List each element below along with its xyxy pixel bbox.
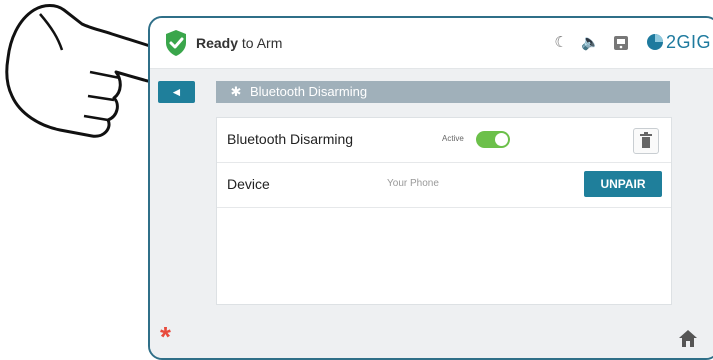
bluetooth-disarming-toggle[interactable]	[476, 131, 510, 148]
row-label: Bluetooth Disarming	[227, 131, 354, 147]
settings-panel: Bluetooth Disarming Active Device Your P…	[216, 117, 672, 305]
bluetooth-icon: ✱	[230, 84, 242, 99]
volume-icon[interactable]: 🔈	[581, 34, 600, 52]
panel-icon[interactable]	[612, 34, 630, 52]
system-status: Ready to Arm	[196, 35, 283, 51]
tablet-frame: Ready to Arm ☾ 🔈 2GIG ◄ ✱ Bluetooth Disar…	[148, 16, 713, 360]
status-bar: Ready to Arm ☾ 🔈 2GIG	[150, 18, 713, 69]
bluetooth-disarming-row: Bluetooth Disarming Active	[217, 118, 671, 163]
device-row: Device Your Phone UNPAIR	[217, 163, 671, 208]
moon-icon[interactable]: ☾	[552, 34, 570, 52]
toggle-status-text: Active	[442, 134, 464, 143]
trash-icon[interactable]	[633, 128, 659, 154]
home-icon[interactable]	[677, 327, 699, 349]
page-title: Bluetooth Disarming	[250, 84, 368, 99]
main-content: ◄ ✱ Bluetooth Disarming Bluetooth Disarmi…	[150, 69, 713, 358]
brand-mark-icon	[647, 34, 663, 50]
brand-logo: 2GIG	[646, 32, 711, 53]
device-name: Your Phone	[387, 178, 439, 189]
shield-check-icon	[166, 30, 186, 56]
row-label: Device	[227, 176, 270, 192]
bottom-bar: *	[150, 319, 713, 358]
back-button[interactable]: ◄	[158, 81, 195, 103]
page-title-bar: ✱ Bluetooth Disarming	[216, 81, 670, 103]
unpair-button[interactable]: UNPAIR	[584, 171, 662, 197]
toggle-knob	[495, 133, 508, 146]
emergency-asterisk-icon[interactable]: *	[160, 321, 171, 353]
